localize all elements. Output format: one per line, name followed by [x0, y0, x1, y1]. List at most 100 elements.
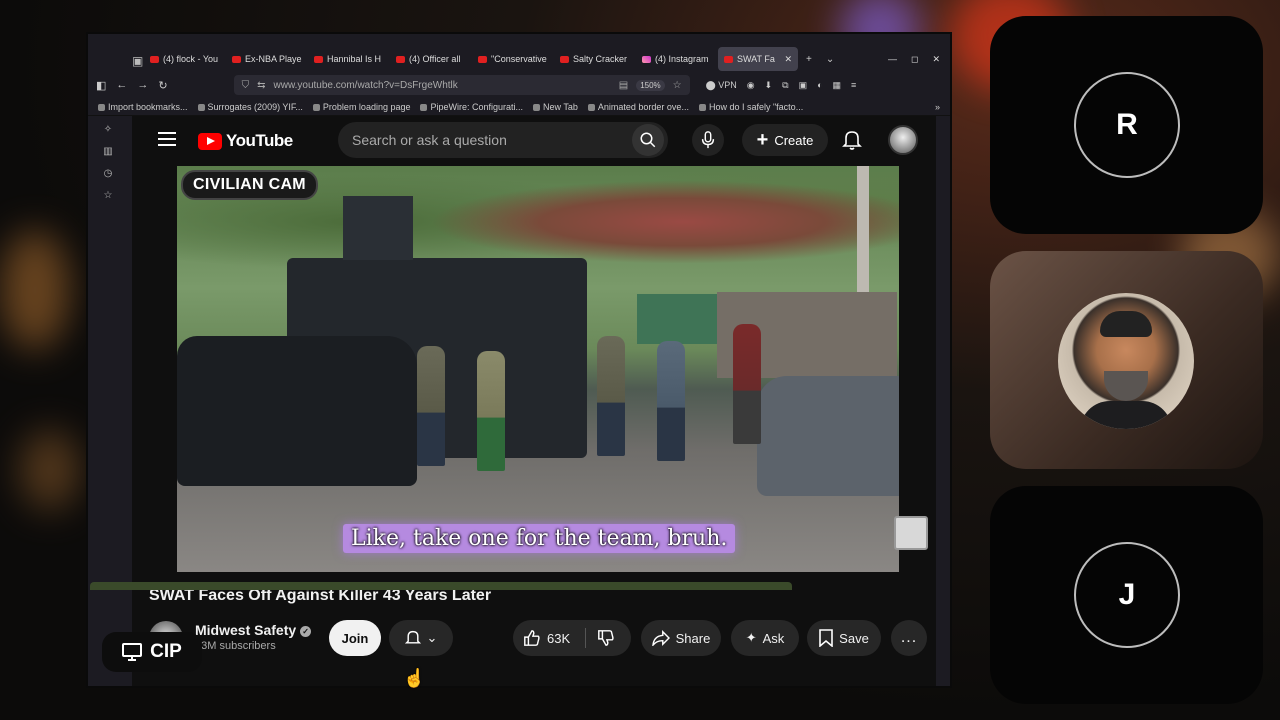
history-icon[interactable]: ◷	[104, 168, 113, 179]
participant-tile[interactable]	[990, 251, 1263, 469]
forward-icon[interactable]: →	[137, 79, 148, 91]
browser-tab[interactable]: (4) flock - You	[144, 47, 224, 71]
reader-view-icon[interactable]: ▤	[619, 80, 628, 91]
zoom-level[interactable]: 150%	[636, 79, 665, 91]
save-button[interactable]: Save	[807, 620, 881, 656]
voice-search-button[interactable]	[692, 124, 724, 156]
youtube-icon	[396, 55, 405, 63]
close-window-icon[interactable]: ✕	[932, 54, 940, 65]
url-text[interactable]: www.youtube.com/watch?v=DsFrgeWhtlk	[274, 80, 611, 91]
notification-bell-button[interactable]: ⌄	[389, 620, 453, 656]
channel-name-container[interactable]: Midwest Safety ✓	[195, 622, 312, 638]
browser-tab[interactable]: "Conservative	[472, 47, 552, 71]
more-actions-button[interactable]: ...	[891, 620, 927, 656]
browser-tab[interactable]: (4) Instagram	[636, 47, 716, 71]
browser-tab[interactable]: (4) Officer all	[390, 47, 470, 71]
join-button[interactable]: Join	[329, 620, 381, 656]
create-button[interactable]: + Create	[742, 124, 828, 156]
channel-name[interactable]: Midwest Safety	[195, 622, 296, 638]
reload-icon[interactable]: ↻	[158, 79, 167, 92]
channel-row: Midwest Safety ✓ 43M subscribers Join ⌄ 6…	[149, 618, 929, 658]
downloads-icon[interactable]: ⬇	[765, 80, 773, 91]
description-panel-edge	[90, 582, 792, 590]
video-player[interactable]: CIVILIAN CAM Like, take one for the team…	[177, 166, 899, 572]
video-scene-officer	[417, 346, 445, 466]
verified-check-icon: ✓	[300, 625, 312, 637]
tab-label: Salty Cracker	[573, 54, 628, 64]
navigation-bar: ◧ ← → ↻ ⛉ ⇆ www.youtube.com/watch?v=DsFr…	[88, 72, 950, 98]
hamburger-menu-icon[interactable]	[158, 132, 176, 146]
sidebar-toggle-icon[interactable]: ◧	[96, 79, 106, 92]
browser-tab[interactable]: SWAT Fa ✕	[718, 47, 798, 71]
new-tab-icon[interactable]: +	[800, 54, 818, 65]
participant-initial-avatar: J	[1074, 542, 1180, 648]
tab-overview-icon[interactable]: ▣	[132, 54, 143, 68]
vpn-label: VPN	[718, 79, 737, 90]
close-tab-icon[interactable]: ✕	[784, 54, 792, 65]
bookmarks-overflow-icon[interactable]: »	[935, 102, 940, 112]
bookmark-star-icon[interactable]: ☆	[673, 80, 682, 91]
video-scene-officer	[733, 324, 761, 444]
extension-icon[interactable]: ▣	[799, 80, 808, 91]
search-input[interactable]: Search or ask a question	[338, 122, 668, 158]
bell-icon	[842, 131, 862, 150]
shield-icon[interactable]: ⛉	[242, 80, 250, 91]
participant-tile[interactable]: J	[990, 486, 1263, 704]
thumbs-up-icon[interactable]	[523, 629, 541, 647]
like-count[interactable]: 63K	[547, 631, 570, 646]
thumbs-down-icon[interactable]	[597, 629, 615, 647]
video-scene-officer	[477, 351, 505, 471]
share-arrow-icon	[651, 630, 670, 646]
browser-tab[interactable]: Salty Cracker	[554, 47, 634, 71]
window-controls: — ◻ ✕	[888, 54, 940, 65]
video-scene-grey-suv	[757, 376, 899, 496]
account-avatar[interactable]	[888, 125, 918, 155]
channel-watermark-logo[interactable]	[894, 516, 928, 550]
bookmarks-bar: Import bookmarks... Surrogates (2009) YIF…	[88, 98, 950, 116]
app-menu-icon[interactable]: ≡	[851, 80, 856, 91]
youtube-icon	[724, 55, 733, 63]
ai-sparkle-icon[interactable]: ✧	[104, 124, 112, 135]
permissions-icon[interactable]: ⇆	[257, 80, 265, 91]
bookmark-favicon-icon	[312, 103, 320, 111]
bookmark-item[interactable]: New Tab	[533, 102, 578, 112]
tabs-sidebar-icon[interactable]: ▥	[103, 146, 112, 157]
video-scene-officer	[657, 341, 685, 461]
bookmark-favicon-icon	[698, 103, 706, 111]
browser-tab[interactable]: Ex-NBA Playe	[226, 47, 306, 71]
minimize-icon[interactable]: —	[888, 54, 897, 65]
youtube-icon	[478, 55, 487, 63]
bookmarks-sidebar-icon[interactable]: ☆	[104, 190, 113, 201]
cip-badge[interactable]: CIP	[102, 632, 202, 672]
bookmark-item[interactable]: Surrogates (2009) YIF...	[197, 102, 303, 112]
account-icon[interactable]: ◉	[747, 80, 755, 91]
ask-button[interactable]: ✦ Ask	[731, 620, 799, 656]
youtube-logo[interactable]: YouTube	[198, 131, 293, 151]
bokeh-light	[0, 230, 70, 350]
maximize-icon[interactable]: ◻	[911, 54, 918, 65]
notifications-button[interactable]	[842, 129, 862, 156]
bookmark-item[interactable]: How do I safely "facto...	[698, 102, 803, 112]
bookmark-item[interactable]: Problem loading page	[312, 102, 410, 112]
url-bar[interactable]: ⛉ ⇆ www.youtube.com/watch?v=DsFrgeWhtlk …	[233, 75, 690, 95]
tab-list-icon[interactable]: ⌄	[820, 54, 840, 65]
bell-icon	[404, 630, 421, 644]
vpn-button[interactable]: ⬤ VPN	[706, 80, 737, 91]
bookmark-item[interactable]: Animated border ove...	[587, 102, 689, 112]
extension-icon[interactable]: ▦	[833, 80, 842, 91]
participant-tile[interactable]: R	[990, 16, 1263, 234]
search-button[interactable]	[632, 124, 664, 156]
video-caption: Like, take one for the team, bruh.	[343, 524, 736, 553]
bookmark-favicon-icon	[587, 103, 595, 111]
extension-icon[interactable]: ⧉	[782, 80, 788, 91]
microphone-icon	[701, 131, 715, 149]
back-icon[interactable]: ←	[116, 79, 127, 91]
bookmark-item[interactable]: Import bookmarks...	[98, 102, 188, 112]
youtube-header: YouTube Search or ask a question + Creat…	[132, 116, 936, 166]
bookmark-item[interactable]: PipeWire: Configurati...	[420, 102, 523, 112]
extension-icon[interactable]: ◐	[817, 80, 822, 91]
share-button[interactable]: Share	[641, 620, 721, 656]
browser-tab[interactable]: Hannibal Is H	[308, 47, 388, 71]
participant-photo-avatar	[1058, 293, 1194, 429]
chevron-down-icon: ⌄	[426, 630, 438, 645]
